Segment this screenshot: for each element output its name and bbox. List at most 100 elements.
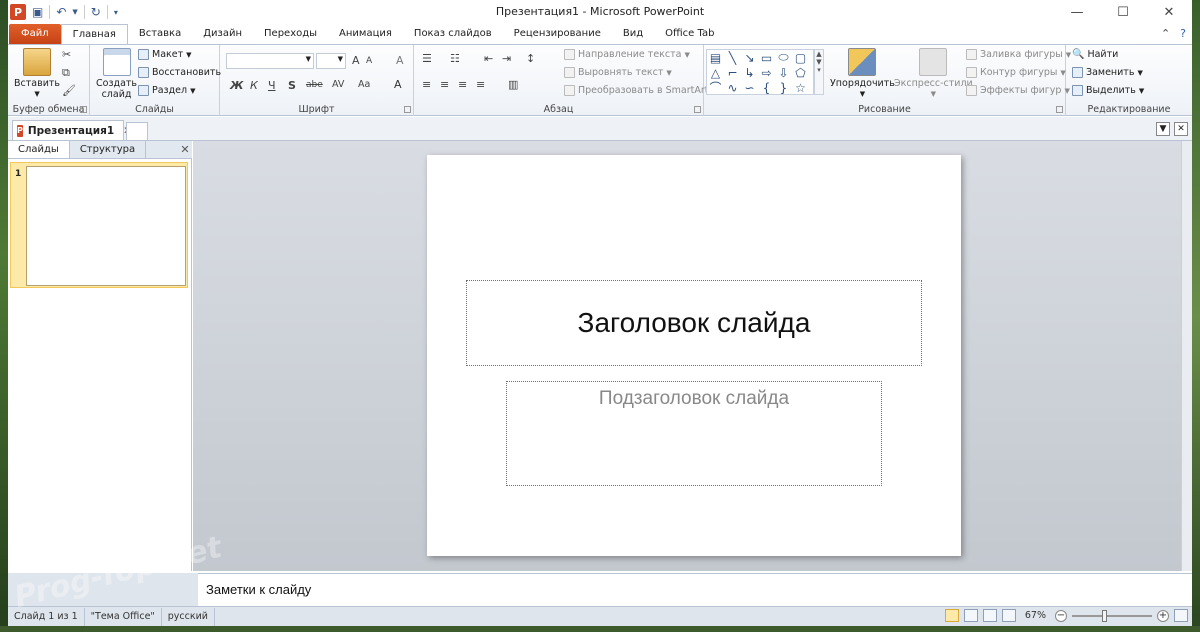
quick-styles-button[interactable]: Экспресс-стили ▼	[894, 48, 973, 100]
decrease-indent-icon[interactable]: ⇤	[484, 52, 493, 65]
slide-thumbnail-selected[interactable]: 1	[10, 162, 188, 288]
maximize-icon[interactable]: ☐	[1100, 0, 1146, 24]
redo-icon[interactable]: ↻	[91, 5, 101, 19]
slide-sorter-view-icon[interactable]	[963, 609, 978, 622]
document-tab[interactable]: P Презентация1 ✕	[12, 120, 132, 140]
arrange-button[interactable]: Упорядочить ▼	[830, 48, 895, 100]
line-shape-icon[interactable]: ╲	[729, 51, 736, 65]
close-icon[interactable]: ✕	[1146, 0, 1192, 24]
columns-icon[interactable]: ▥	[508, 78, 518, 91]
bullets-icon[interactable]: ☰	[422, 52, 432, 65]
undo-dropdown-icon[interactable]: ▼	[72, 8, 77, 16]
fit-to-window-icon[interactable]	[1174, 609, 1188, 622]
align-right-icon[interactable]: ≡	[458, 78, 467, 91]
powerpoint-app-icon[interactable]: P	[10, 4, 26, 20]
normal-view-icon[interactable]	[944, 609, 959, 622]
numbering-icon[interactable]: ☷	[450, 52, 460, 65]
customize-qat-icon[interactable]: ▾	[114, 8, 118, 17]
oval-shape-icon[interactable]: ⬭	[778, 50, 788, 65]
slide[interactable]: Заголовок слайда Подзаголовок слайда	[427, 155, 961, 556]
find-button[interactable]: 🔍 Найти	[1072, 49, 1118, 60]
zoom-level[interactable]: 67%	[1025, 610, 1046, 621]
zoom-slider-thumb[interactable]	[1102, 609, 1107, 622]
down-arrow-shape-icon[interactable]: ⇩	[778, 66, 788, 80]
cut-icon[interactable]: ✂	[62, 48, 71, 61]
left-brace-shape-icon[interactable]: {	[763, 81, 771, 95]
minimize-ribbon-icon[interactable]: ⌃	[1161, 27, 1170, 40]
section-button[interactable]: Раздел ▼	[138, 85, 195, 96]
curve-shape-icon[interactable]: ⌒	[709, 79, 721, 96]
shape-effects-button[interactable]: Эффекты фигур ▼	[966, 85, 1070, 96]
elbow-connector-icon[interactable]: ⌐	[727, 66, 737, 80]
change-case-button[interactable]: Aa	[358, 79, 370, 90]
close-all-tabs-icon[interactable]: ✕	[1174, 122, 1188, 136]
textbox-shape-icon[interactable]: ▤	[710, 51, 721, 65]
rounded-rect-shape-icon[interactable]: ▢	[795, 51, 806, 65]
tab-insert[interactable]: Вставка	[128, 24, 192, 44]
slide-thumbnail[interactable]	[26, 166, 186, 286]
layout-button[interactable]: Макет ▼	[138, 49, 192, 60]
clear-format-icon[interactable]: A	[396, 54, 404, 67]
shadow-button[interactable]: S	[288, 79, 296, 92]
font-name-combo[interactable]: ▼	[226, 53, 314, 69]
text-direction-button[interactable]: Направление текста ▼	[564, 49, 690, 60]
freeform-shape-icon[interactable]: ∿	[727, 81, 737, 95]
paragraph-launcher-icon[interactable]	[694, 106, 701, 113]
drawing-launcher-icon[interactable]	[1056, 106, 1063, 113]
tab-home[interactable]: Главная	[60, 24, 128, 45]
reading-view-icon[interactable]	[982, 609, 997, 622]
tab-office-tab[interactable]: Office Tab	[654, 24, 725, 44]
scribble-shape-icon[interactable]: ∽	[744, 81, 754, 95]
tab-view[interactable]: Вид	[612, 24, 654, 44]
shape-outline-button[interactable]: Контур фигуры ▼	[966, 67, 1066, 78]
right-brace-shape-icon[interactable]: }	[780, 81, 788, 95]
slideshow-view-icon[interactable]	[1001, 609, 1016, 622]
smartart-button[interactable]: Преобразовать в SmartArt▼	[564, 85, 717, 96]
status-language[interactable]: русский	[162, 607, 215, 626]
save-icon[interactable]: ▣	[32, 5, 43, 19]
arrow-line-shape-icon[interactable]: ↘	[744, 51, 754, 65]
justify-icon[interactable]: ≡	[476, 78, 485, 91]
elbow-arrow-connector-icon[interactable]: ↳	[744, 66, 754, 80]
zoom-out-icon[interactable]: −	[1055, 609, 1067, 622]
increase-indent-icon[interactable]: ⇥	[502, 52, 511, 65]
new-document-tab[interactable]	[126, 122, 148, 140]
line-spacing-icon[interactable]: ↕	[526, 52, 535, 65]
paste-button[interactable]: Вставить ▼	[14, 48, 60, 100]
strikethrough-button[interactable]: abe	[306, 80, 323, 90]
zoom-slider[interactable]	[1072, 609, 1152, 622]
minimize-icon[interactable]: —	[1054, 0, 1100, 24]
tab-slideshow[interactable]: Показ слайдов	[403, 24, 503, 44]
status-theme[interactable]: "Тема Office"	[85, 607, 162, 626]
reset-button[interactable]: Восстановить	[138, 67, 221, 78]
underline-button[interactable]: Ч	[268, 79, 276, 92]
title-placeholder[interactable]: Заголовок слайда	[466, 280, 922, 366]
undo-icon[interactable]: ↶	[56, 5, 66, 19]
zoom-in-icon[interactable]: +	[1157, 609, 1169, 622]
italic-button[interactable]: К	[250, 79, 258, 92]
align-left-icon[interactable]: ≡	[422, 78, 431, 91]
character-spacing-button[interactable]: AV	[332, 79, 344, 90]
subtitle-placeholder[interactable]: Подзаголовок слайда	[506, 381, 882, 486]
shape-fill-button[interactable]: Заливка фигуры ▼	[966, 49, 1071, 60]
font-size-combo[interactable]: ▼	[316, 53, 346, 69]
font-color-button[interactable]: A	[394, 78, 402, 91]
triangle-shape-icon[interactable]: △	[711, 66, 720, 80]
right-arrow-shape-icon[interactable]: ⇨	[761, 66, 771, 80]
tab-outline[interactable]: Структура	[70, 141, 147, 158]
select-button[interactable]: Выделить ▼	[1072, 85, 1144, 96]
vertical-scrollbar[interactable]	[1181, 141, 1192, 571]
tab-animations[interactable]: Анимация	[328, 24, 403, 44]
shapes-gallery[interactable]: ▤ ╲ ↘ ▭ ⬭ ▢ △ ⌐ ↳ ⇨ ⇩ ⬠ ⌒ ∿ ∽ { } ☆	[706, 49, 814, 95]
tab-transitions[interactable]: Переходы	[253, 24, 328, 44]
align-text-button[interactable]: Выровнять текст ▼	[564, 67, 672, 78]
notes-pane[interactable]: Заметки к слайду	[198, 573, 1192, 606]
tab-list-dropdown-icon[interactable]: ▼	[1156, 122, 1170, 136]
pentagon-shape-icon[interactable]: ⬠	[795, 66, 805, 80]
new-slide-button[interactable]: Создать слайд	[96, 48, 137, 100]
shrink-font-icon[interactable]: A	[366, 56, 372, 66]
replace-button[interactable]: Заменить ▼	[1072, 67, 1143, 78]
shapes-gallery-scroll[interactable]: ▲ ▼ ▾	[814, 49, 824, 95]
tab-file[interactable]: Файл	[9, 24, 61, 44]
align-center-icon[interactable]: ≡	[440, 78, 449, 91]
